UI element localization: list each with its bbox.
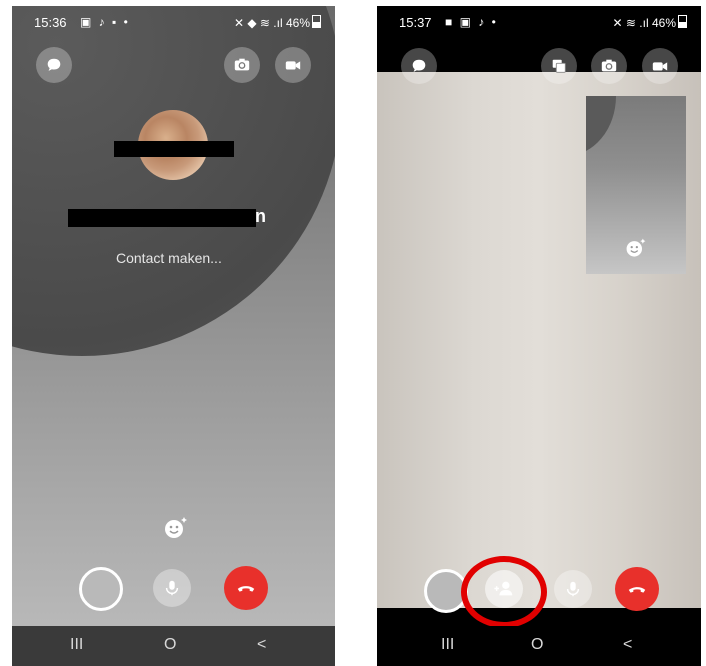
home-button[interactable]: O xyxy=(164,636,176,654)
status-right: ✕ ≋ .ıl 46% xyxy=(613,15,687,30)
back-button[interactable]: < xyxy=(623,636,632,654)
navigation-bar: III O < xyxy=(377,626,701,666)
signal-icon: ✕ ◆ ≋ .ıl xyxy=(233,16,286,30)
status-bar: 15:37 ■ ▣ ♪ • ✕ ≋ .ıl 46% xyxy=(377,6,701,40)
mute-button[interactable] xyxy=(554,570,592,608)
chat-bubble-icon xyxy=(412,59,426,72)
redaction-bar xyxy=(114,141,234,157)
self-view-video[interactable] xyxy=(586,96,686,274)
call-status-text: Contact maken... xyxy=(116,250,222,266)
call-screen-connecting: 15:36 ▣ ♪ ▪ • ✕ ◆ ≋ .ıl 46% n Contact ma… xyxy=(12,6,335,666)
status-time: 15:36 xyxy=(34,15,67,30)
effects-icon[interactable] xyxy=(624,236,648,265)
self-view-shape xyxy=(586,96,616,156)
battery-icon xyxy=(312,15,321,28)
notification-icons: ■ ▣ ♪ • xyxy=(445,15,498,29)
video-camera-icon xyxy=(285,61,301,70)
caller-name: n xyxy=(255,206,266,226)
video-camera-icon xyxy=(652,62,668,71)
video-toggle-button[interactable] xyxy=(642,48,678,84)
record-button[interactable] xyxy=(79,567,123,611)
redaction-bar xyxy=(68,209,256,227)
video-toggle-button[interactable] xyxy=(275,47,311,83)
battery-icon xyxy=(678,15,687,28)
microphone-icon xyxy=(165,580,179,596)
recents-button[interactable]: III xyxy=(441,636,454,654)
hang-up-icon xyxy=(237,586,255,592)
microphone-icon xyxy=(566,581,580,597)
chat-button[interactable] xyxy=(36,47,72,83)
highlight-circle xyxy=(461,556,547,628)
layout-switch-icon xyxy=(552,59,566,73)
end-call-button[interactable] xyxy=(224,566,268,610)
chat-bubble-icon xyxy=(47,58,61,71)
navigation-bar: III O < xyxy=(12,626,335,666)
call-screen-connected: 15:37 ■ ▣ ♪ • ✕ ≋ .ıl 46% III O < xyxy=(377,6,701,666)
switch-camera-icon xyxy=(601,59,617,72)
effects-icon[interactable] xyxy=(162,514,190,542)
switch-camera-button[interactable] xyxy=(224,47,260,83)
hang-up-icon xyxy=(628,587,646,593)
back-button[interactable]: < xyxy=(257,636,266,654)
notification-icons: ▣ ♪ ▪ • xyxy=(80,15,130,29)
chat-button[interactable] xyxy=(401,48,437,84)
recents-button[interactable]: III xyxy=(70,636,83,654)
status-right: ✕ ◆ ≋ .ıl 46% xyxy=(234,15,321,30)
signal-icon: ✕ ≋ .ıl xyxy=(612,16,652,30)
picture-in-picture-button[interactable] xyxy=(541,48,577,84)
battery-percent: 46% xyxy=(285,16,310,30)
home-button[interactable]: O xyxy=(531,636,543,654)
status-bar: 15:36 ▣ ♪ ▪ • ✕ ◆ ≋ .ıl 46% xyxy=(12,6,335,40)
status-time: 15:37 xyxy=(399,15,432,30)
mute-button[interactable] xyxy=(153,569,191,607)
battery-percent: 46% xyxy=(651,16,676,30)
end-call-button[interactable] xyxy=(615,567,659,611)
switch-camera-button[interactable] xyxy=(591,48,627,84)
switch-camera-icon xyxy=(234,58,250,71)
